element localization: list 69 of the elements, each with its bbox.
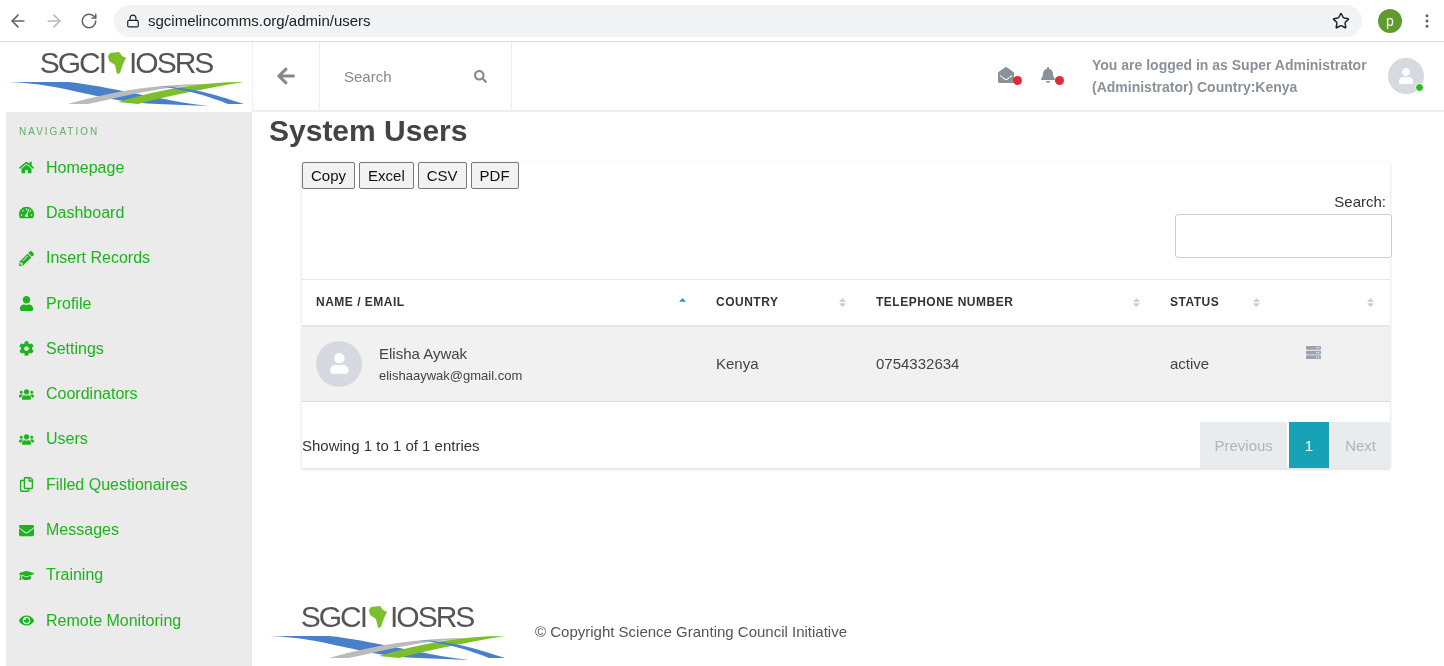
column-header[interactable]: NAME / EMAIL bbox=[302, 279, 702, 326]
export-button[interactable]: Excel bbox=[359, 162, 414, 189]
logo-text: IOSRS bbox=[129, 46, 213, 80]
page-title: System Users bbox=[269, 113, 469, 148]
back-button[interactable] bbox=[252, 42, 320, 110]
africa-icon bbox=[107, 51, 127, 75]
search-label: Search: bbox=[1334, 193, 1386, 210]
column-header[interactable]: STATUS bbox=[1156, 279, 1276, 326]
nav-item[interactable]: Coordinators bbox=[19, 371, 252, 417]
arrow-left-icon bbox=[276, 66, 296, 86]
export-button[interactable]: Copy bbox=[302, 162, 356, 189]
sort-icon[interactable] bbox=[1131, 296, 1142, 308]
column-header[interactable]: COUNTRY bbox=[702, 279, 862, 326]
sort-icon[interactable] bbox=[1251, 296, 1262, 308]
gauge-icon bbox=[19, 205, 34, 221]
nav-item[interactable]: Training bbox=[19, 552, 252, 598]
search-icon[interactable] bbox=[474, 69, 487, 83]
entries-info: Showing 1 to 1 of 1 entries bbox=[302, 436, 480, 454]
sort-icon[interactable] bbox=[837, 296, 848, 308]
user-avatar[interactable] bbox=[1388, 58, 1424, 94]
users-icon bbox=[19, 431, 34, 447]
logo-text: SGCI bbox=[300, 600, 366, 634]
reload-icon[interactable] bbox=[80, 11, 98, 30]
table-cell: 0754332634 bbox=[862, 325, 1156, 402]
nav-item[interactable]: Settings bbox=[19, 326, 252, 372]
address-bar[interactable]: sgcimelincomms.org/admin/users bbox=[114, 4, 1362, 37]
user-name: Elisha Aywak bbox=[379, 344, 469, 362]
user-icon bbox=[19, 296, 34, 312]
bookmark-star-icon[interactable] bbox=[1332, 11, 1350, 30]
nav-heading: NAVIGATION bbox=[19, 126, 101, 137]
column-header[interactable]: TELEPHONE NUMBER bbox=[862, 279, 1156, 326]
logo-text: SGCI bbox=[39, 46, 105, 80]
copy-icon bbox=[19, 477, 34, 493]
bell-icon[interactable] bbox=[1040, 67, 1064, 85]
url-text: sgcimelincomms.org/admin/users bbox=[148, 12, 371, 29]
nav-item[interactable]: Homepage bbox=[19, 145, 252, 191]
eye-icon bbox=[19, 613, 34, 629]
export-button[interactable]: PDF bbox=[470, 162, 519, 189]
home-icon bbox=[19, 160, 34, 176]
nav-item[interactable]: Users bbox=[19, 416, 252, 463]
africa-icon bbox=[368, 605, 388, 629]
nav-item[interactable]: Filled Questionaires bbox=[19, 462, 252, 508]
column-header[interactable] bbox=[1276, 279, 1390, 326]
profile-avatar[interactable]: p bbox=[1378, 8, 1402, 33]
page-button[interactable]: 1 bbox=[1288, 422, 1330, 468]
logo-text: IOSRS bbox=[390, 600, 474, 634]
login-status-text: You are logged in as Super Administrator (Administrator) Country:Kenya bbox=[1092, 56, 1368, 97]
users-icon bbox=[19, 386, 34, 402]
lock-icon bbox=[126, 13, 140, 28]
nav-item[interactable]: Dashboard bbox=[19, 190, 252, 236]
table-cell: Kenya bbox=[702, 325, 862, 402]
table-cell: active bbox=[1156, 325, 1276, 402]
envelope-icon[interactable] bbox=[998, 67, 1022, 85]
copyright-text: © Copyright Science Granting Council Initiative bbox=[535, 622, 848, 640]
nav-item[interactable]: Profile bbox=[19, 280, 252, 327]
details-icon[interactable] bbox=[1306, 344, 1321, 360]
gear-icon bbox=[19, 341, 34, 357]
export-button[interactable]: CSV bbox=[417, 162, 467, 189]
table-search-field[interactable] bbox=[1175, 214, 1392, 258]
user-email: elishaaywak@gmail.com bbox=[379, 367, 523, 383]
person-icon bbox=[1397, 67, 1415, 85]
search-field[interactable]: Search bbox=[320, 42, 512, 110]
pencil-icon bbox=[19, 250, 34, 266]
nav-item[interactable]: Messages bbox=[19, 507, 252, 553]
envelope-icon bbox=[19, 522, 34, 538]
person-icon bbox=[328, 353, 350, 375]
nav-item[interactable]: Insert Records bbox=[19, 235, 252, 281]
sort-icon[interactable] bbox=[1365, 296, 1376, 308]
nav-item[interactable]: Remote Monitoring bbox=[19, 597, 252, 644]
